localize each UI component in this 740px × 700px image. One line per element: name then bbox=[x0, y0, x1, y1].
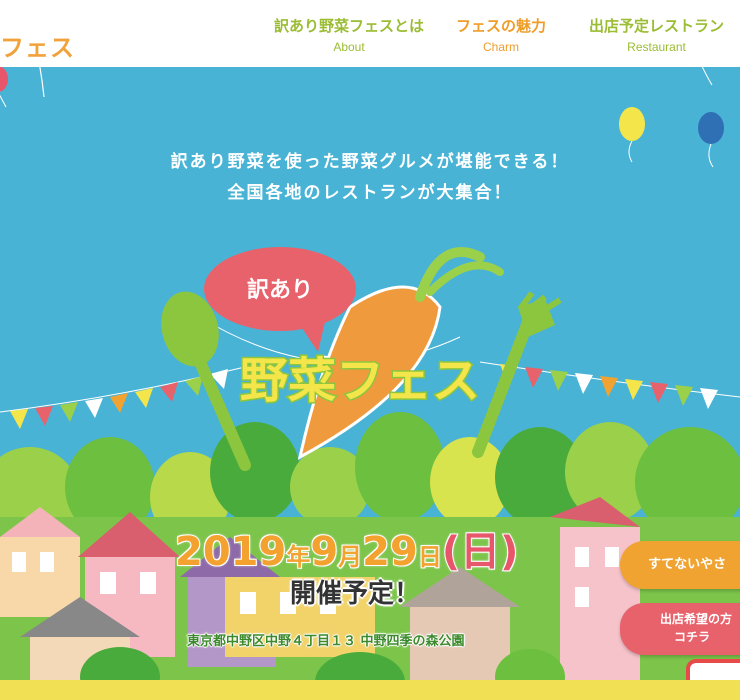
date-year-unit: 年 bbox=[285, 542, 311, 572]
event-date: 2019年9月29日(日) bbox=[174, 519, 520, 577]
bunting-right-icon bbox=[479, 361, 740, 409]
nav-item-charm-label: フェスの魅力 bbox=[456, 17, 547, 35]
apply-button-line1: 出店希望の方 bbox=[660, 612, 733, 626]
holding-notice: 開催予定！ bbox=[290, 579, 421, 609]
date-day-unit: 日 bbox=[417, 542, 443, 572]
nav-item-about-sublabel: About bbox=[333, 40, 365, 54]
event-address: 東京都中野区中野４丁目１３ 中野四季の森公園 bbox=[187, 634, 465, 649]
nav-item-charm-sublabel: Charm bbox=[483, 40, 520, 54]
site-logo[interactable]: フェス bbox=[0, 28, 75, 63]
hero-banner: 訳あり 野菜フェス 訳あり野菜を使った野菜グルメが堪能できる！ 全国各地のレスト… bbox=[0, 67, 740, 700]
nav-item-restaurant-label: 出店予定レストラン bbox=[589, 17, 725, 35]
exhibitor-apply-button[interactable]: 出店希望の方 コチラ bbox=[620, 603, 740, 655]
nav-item-charm[interactable]: フェスの魅力 Charm bbox=[456, 15, 546, 54]
nav-item-restaurant[interactable]: 出店予定レストラン Restaurant bbox=[589, 15, 724, 54]
date-weekday: (日) bbox=[441, 528, 520, 576]
bubble-label: 訳あり bbox=[247, 277, 313, 303]
date-month-unit: 月 bbox=[337, 542, 363, 572]
vegetable-button[interactable]: すてないやさ bbox=[620, 541, 740, 589]
apply-button-line2: コチラ bbox=[674, 630, 711, 644]
date-day: 29 bbox=[361, 528, 419, 576]
nav-item-restaurant-sublabel: Restaurant bbox=[627, 40, 686, 54]
hero-tagline-2: 全国各地のレストランが大集合！ bbox=[227, 183, 513, 203]
hero-tagline-1: 訳あり野菜を使った野菜グルメが堪能できる！ bbox=[170, 152, 570, 172]
festival-title: 野菜フェス bbox=[240, 353, 480, 409]
date-month: 9 bbox=[309, 528, 339, 576]
nav-item-about[interactable]: 訳あり野菜フェスとは About bbox=[274, 15, 424, 54]
date-year: 2019 bbox=[174, 528, 287, 576]
nav-item-about-label: 訳あり野菜フェスとは bbox=[274, 17, 425, 35]
site-header: フェス 訳あり野菜フェスとは About フェスの魅力 Charm 出店予定レス… bbox=[0, 0, 740, 67]
bottom-bar bbox=[0, 680, 740, 700]
balloon-left-icon bbox=[0, 67, 45, 108]
